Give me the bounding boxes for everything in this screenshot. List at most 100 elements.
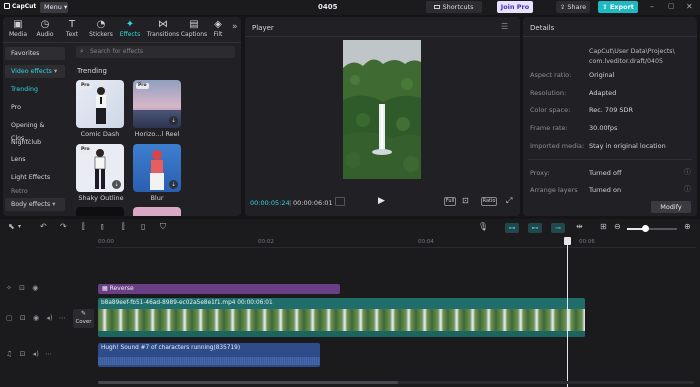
sidebar-item-light-effects[interactable]: Light Effects [5, 171, 65, 184]
split-icon[interactable]: ⫿ [82, 222, 85, 232]
export-button[interactable]: ⇧ Export [598, 1, 638, 13]
detail-value: Stay in original location [589, 142, 666, 150]
preview-axis-icon[interactable]: ⊸ [551, 223, 565, 233]
eye-icon[interactable]: ◉ [33, 314, 39, 322]
zoom-slider-handle[interactable] [642, 225, 649, 232]
timeline-grid-icon[interactable] [335, 197, 345, 206]
video-clip-label: b8a89eef-fb51-46ad-8989-ec02a5e8e1f1.mp4… [101, 300, 273, 306]
chevron-down-icon: ▾ [63, 3, 68, 11]
tab-effects[interactable]: ✦ Effects [116, 18, 144, 42]
detail-value: Turned off [589, 169, 622, 177]
crop-icon[interactable]: ⊡ [462, 196, 469, 205]
lock-icon[interactable]: ⊡ [20, 314, 26, 322]
minimize-button[interactable]: – [650, 2, 654, 11]
redo-icon[interactable]: ↷ [60, 222, 67, 231]
join-pro-button[interactable]: Join Pro [497, 1, 533, 13]
fullscreen-icon[interactable]: ⤢ [506, 196, 512, 206]
magnet-main-icon[interactable]: ⊶ [505, 223, 519, 233]
project-name[interactable]: 0405 [318, 3, 337, 11]
effect-clip[interactable]: ▦ Reverse [98, 284, 340, 294]
more-icon[interactable]: ⋯ [45, 350, 52, 358]
select-tool-icon[interactable]: ⬉ [8, 222, 15, 231]
share-button[interactable]: ⇪ Share [556, 1, 590, 13]
timeline-scrollbar-thumb[interactable] [98, 381, 398, 384]
chevron-down-icon[interactable]: ▾ [18, 223, 21, 230]
ruler-label: 00:06 [579, 239, 595, 245]
download-icon[interactable]: ⇣ [169, 180, 178, 189]
sidebar-item-lens[interactable]: Lens [5, 153, 65, 166]
sidebar-item-nightclub[interactable]: Nightclub [5, 136, 65, 149]
effects-search[interactable]: ⌕ Search for effects [76, 46, 235, 58]
timeline-scrollbar[interactable] [98, 381, 694, 384]
modify-button[interactable]: Modify [651, 201, 691, 213]
zoom-slider[interactable] [627, 225, 677, 232]
sidebar-body-effects[interactable]: Body effects ▾ [5, 198, 65, 211]
effect-track-icon: ✧ [6, 284, 12, 292]
ratio-button[interactable]: Ratio [481, 197, 497, 206]
download-icon[interactable]: ⇣ [112, 180, 121, 189]
shortcuts-button[interactable]: Shortcuts [426, 1, 482, 13]
sidebar-favorites[interactable]: Favorites [5, 47, 65, 60]
sidebar-item-retro[interactable]: Retro [5, 188, 65, 196]
chevron-right-icon[interactable]: » [232, 22, 238, 32]
search-input[interactable]: Search for effects [90, 48, 143, 55]
zoom-out-icon[interactable]: ⊖ [614, 222, 621, 231]
speaker-icon[interactable]: ◂) [46, 314, 52, 322]
more-icon[interactable]: ⋯ [59, 314, 66, 322]
effect-card-partial[interactable] [76, 207, 124, 216]
audio-track-icon: ♫ [6, 350, 13, 358]
effect-card-comic-dash[interactable]: Pro [76, 80, 124, 128]
menu-button[interactable]: Menu ▾ [40, 2, 68, 13]
tab-media[interactable]: ▣ Media [4, 18, 32, 42]
speaker-icon[interactable]: ◂) [33, 350, 39, 358]
magnet-link-icon[interactable]: ⊷ [528, 223, 542, 233]
detail-value: Adapted [589, 89, 617, 97]
tab-filters[interactable]: ◈ Filt [208, 18, 228, 42]
sidebar-video-effects[interactable]: Video effects ▾ [5, 65, 65, 78]
edit-icon: ✎ [80, 310, 87, 317]
split-left-icon[interactable]: ⫾ [101, 222, 104, 232]
tab-audio[interactable]: ◷ Audio [31, 18, 59, 42]
close-button[interactable]: ✕ [686, 2, 693, 11]
playhead[interactable] [567, 238, 568, 387]
zoom-in-icon[interactable]: ⊕ [684, 222, 691, 231]
eye-icon[interactable]: ◉ [32, 284, 38, 292]
playhead-handle[interactable] [564, 237, 571, 245]
play-button[interactable]: ▶ [378, 196, 385, 206]
effect-card-horizontal-reel[interactable]: Pro ⇣ [133, 80, 181, 128]
video-clip[interactable]: b8a89eef-fb51-46ad-8989-ec02a5e8e1f1.mp4… [98, 298, 585, 337]
zoom-fit-icon[interactable]: ⊞ [600, 222, 607, 231]
info-icon[interactable]: ⓘ [684, 167, 691, 177]
tab-stickers[interactable]: ◔ Stickers [87, 18, 115, 42]
effect-card-partial[interactable] [133, 207, 181, 216]
ruler-label: 00:02 [258, 239, 274, 245]
undo-icon[interactable]: ↶ [40, 222, 47, 231]
microphone-icon[interactable]: 🎙 [478, 222, 488, 231]
lock-icon[interactable]: ⊡ [19, 284, 25, 292]
download-icon[interactable]: ⇣ [169, 116, 178, 125]
sidebar-item-trending[interactable]: Trending [5, 83, 65, 96]
align-icon[interactable]: ⇹ [576, 222, 583, 231]
lock-icon[interactable]: ⊡ [20, 350, 26, 358]
full-button[interactable]: Full [444, 197, 456, 206]
cover-button[interactable]: ✎ Cover [73, 309, 94, 328]
effect-card-shaky-outline[interactable]: Pro ⇣ [76, 144, 124, 192]
tab-transitions[interactable]: ⋈ Transitions [146, 18, 180, 42]
shield-icon[interactable]: ⛉ [160, 222, 166, 232]
details-divider [528, 159, 692, 160]
tab-text[interactable]: T Text [58, 18, 86, 42]
logo-icon [4, 3, 10, 9]
menu-lines-icon[interactable]: ☰ [501, 22, 508, 31]
timeline-ruler[interactable]: 00:00 00:02 00:04 00:06 [96, 238, 696, 248]
effect-card-blur[interactable]: ⇣ [133, 144, 181, 192]
info-icon[interactable]: ⓘ [684, 184, 691, 194]
video-preview[interactable] [343, 40, 421, 179]
maximize-button[interactable]: ▢ [668, 2, 675, 10]
audio-clip[interactable]: Hugh! Sound #7 of characters running(835… [98, 343, 320, 367]
total-time: 00:00:06:01 [293, 199, 333, 207]
sidebar-item-opening-closing[interactable]: Opening & Clos... [5, 119, 65, 142]
split-right-icon[interactable]: ⫿ [122, 222, 125, 232]
delete-icon[interactable]: ▯ [141, 222, 145, 231]
sidebar-item-pro[interactable]: Pro [5, 101, 65, 114]
tab-captions[interactable]: ▤ Captions [179, 18, 209, 42]
